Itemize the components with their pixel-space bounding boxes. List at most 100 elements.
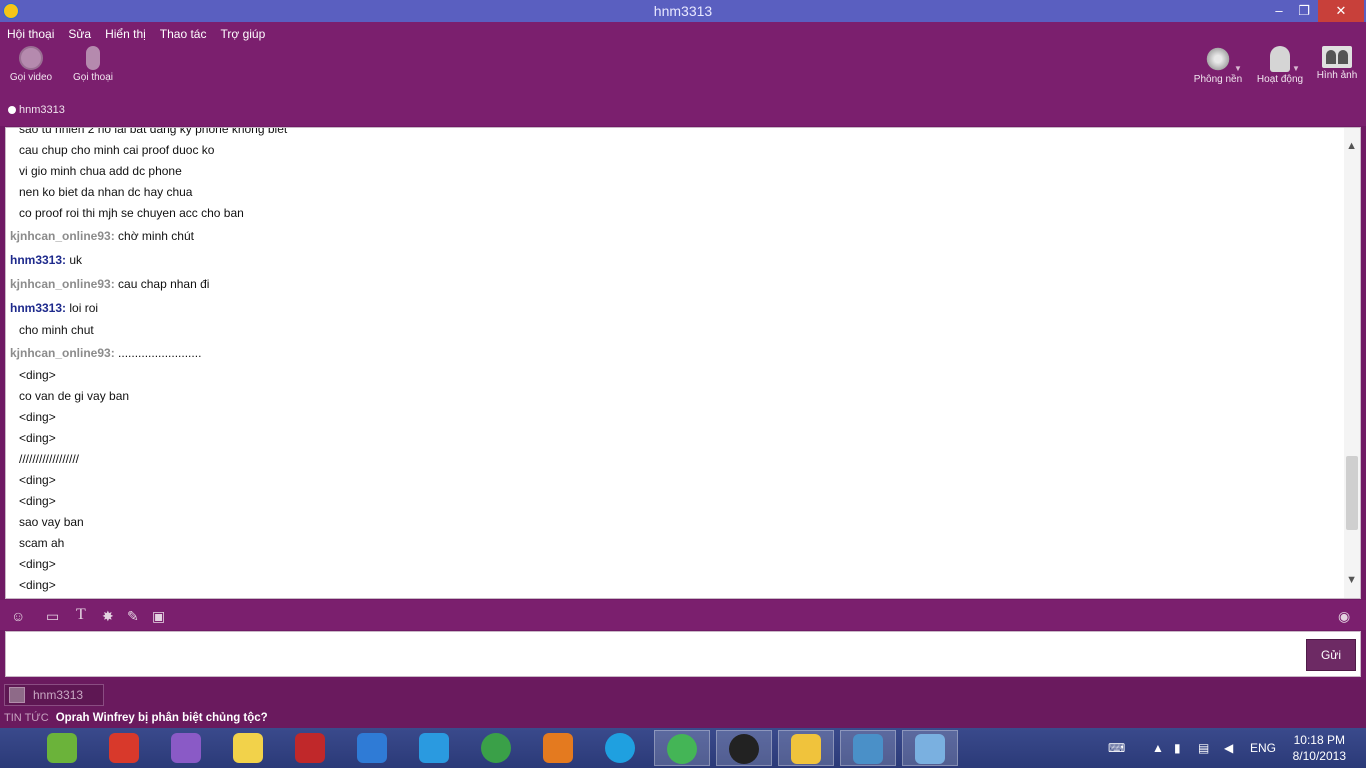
message-line: vi gio minh chua add dc phone <box>19 164 182 178</box>
photos-icon <box>1322 46 1352 68</box>
teamviewer-icon <box>357 733 387 763</box>
taskbar-app-skype[interactable] <box>592 730 648 766</box>
taskbar-app-ccleaner[interactable] <box>96 730 152 766</box>
clock[interactable]: 10:18 PM 8/10/2013 <box>1293 732 1346 764</box>
contact-name: hnm3313 <box>19 104 65 116</box>
chat-message: kjnhcan_online93: ......................… <box>10 341 1330 365</box>
menu-help[interactable]: Trợ giúp <box>213 25 272 43</box>
message-line: cau chup cho minh cai proof duoc ko <box>19 143 215 157</box>
skype-icon <box>605 733 635 763</box>
maximize-button[interactable]: ❐ <box>1292 0 1316 22</box>
taskbar-app-notepad-app[interactable] <box>220 730 276 766</box>
menu-view[interactable]: Hiển thị <box>98 25 153 43</box>
taskbar-app-utorrent[interactable] <box>468 730 524 766</box>
taskbar-app-chrome-style[interactable] <box>654 730 710 766</box>
message-line: sao tu nhien 2 no lai bat dang ky phone … <box>19 127 288 136</box>
font-icon[interactable]: T <box>76 606 86 624</box>
nudge-icon[interactable]: ✸ <box>102 608 114 625</box>
attach-icon[interactable]: ✎ <box>127 608 139 625</box>
taskbar-app-firefox[interactable] <box>530 730 586 766</box>
chat-history[interactable]: sao tu nhien 2 no lai bat dang ky phone … <box>5 127 1361 599</box>
message-sender[interactable]: kjnhcan_online93: <box>10 229 115 243</box>
chat-message: hnm3313: loi roi <box>10 296 1330 320</box>
message-line: <ding> <box>19 578 56 592</box>
photo-viewer-icon <box>853 734 883 764</box>
news-ticker: TIN TỨC Oprah Winfrey bị phân biệt chủng… <box>4 712 268 724</box>
scroll-down-icon[interactable]: ▼ <box>1346 574 1357 586</box>
message-input[interactable]: Gửi <box>5 631 1361 677</box>
video-call-button[interactable]: Gọi video <box>6 46 56 83</box>
message-line: cho minh chut <box>19 323 94 337</box>
contact-avatar-icon[interactable]: ◉ <box>1338 608 1350 625</box>
scrollbar-thumb[interactable] <box>1346 456 1358 530</box>
title-bar: hnm3313 ‒ ❐ ✕ <box>0 0 1366 22</box>
language-indicator[interactable]: ENG <box>1250 728 1276 768</box>
pro-app-icon <box>47 733 77 763</box>
message-text: uk <box>69 253 83 267</box>
message-line: <ding> <box>19 410 56 424</box>
taskbar-app-yahoo-messenger[interactable] <box>778 730 834 766</box>
photos-button[interactable]: Hình ảnh <box>1314 46 1360 81</box>
taskbar-app-photo-viewer[interactable] <box>840 730 896 766</box>
internet-explorer-icon <box>419 733 449 763</box>
scroll-up-icon[interactable]: ▲ <box>1346 140 1357 152</box>
conversation-tab[interactable]: hnm3313 <box>4 684 104 706</box>
menu-actions[interactable]: Thao tác <box>153 25 214 43</box>
taskbar-app-pixlr[interactable] <box>716 730 772 766</box>
message-text: ......................... <box>118 346 202 360</box>
scrollbar[interactable]: ▲ ▼ <box>1344 128 1360 598</box>
message-sender[interactable]: hnm3313: <box>10 253 66 267</box>
format-toolbar: ☺ ▭ T ✸ ✎ ▣ ◉ <box>0 600 1366 630</box>
clock-date: 8/10/2013 <box>1292 749 1346 763</box>
clock-time: 10:18 PM <box>1293 733 1345 747</box>
voice-call-label: Gọi thoại <box>72 72 114 83</box>
avatar <box>9 687 25 703</box>
network-icon[interactable]: ▤ <box>1198 728 1209 768</box>
message-text: chờ minh chút <box>118 229 194 243</box>
notepad-app-icon <box>233 733 263 763</box>
message-sender[interactable]: kjnhcan_online93: <box>10 277 115 291</box>
news-headline[interactable]: Oprah Winfrey bị phân biệt chủng tộc? <box>56 712 268 724</box>
wallpaper-label: Phông nền <box>1193 74 1243 85</box>
chrome-style-icon <box>667 734 697 764</box>
message-sender[interactable]: kjnhcan_online93: <box>10 346 115 360</box>
menu-edit[interactable]: Sửa <box>61 25 98 43</box>
volume-icon[interactable]: ◀ <box>1224 728 1233 768</box>
message-line: <ding> <box>19 557 56 571</box>
webcam-icon <box>19 46 43 70</box>
voice-call-button[interactable]: Gọi thoại <box>68 46 118 83</box>
activities-label: Hoạt động <box>1256 74 1304 85</box>
chat-message: kjnhcan_online93: cau chap nhan đi <box>10 272 1330 296</box>
status-dot-icon <box>8 106 16 114</box>
wallpaper-button[interactable]: ▼ Phông nền <box>1192 46 1244 85</box>
paint-icon <box>915 734 945 764</box>
chess-knight-icon <box>1270 46 1290 72</box>
keyboard-icon[interactable]: ⌨ <box>1108 728 1125 768</box>
taskbar-app-paint[interactable] <box>902 730 958 766</box>
battery-icon[interactable]: ▮ <box>1174 728 1181 768</box>
menu-conversation[interactable]: Hội thoại <box>0 25 61 43</box>
yahoo-messenger-icon <box>791 734 821 764</box>
taskbar-app-yahoo-messenger-old[interactable] <box>158 730 214 766</box>
minimize-button[interactable]: ‒ <box>1267 0 1291 22</box>
photos-label: Hình ảnh <box>1316 70 1358 81</box>
pixlr-icon <box>729 734 759 764</box>
close-button[interactable]: ✕ <box>1318 0 1364 22</box>
show-hidden-icons-icon[interactable]: ▲ <box>1152 728 1164 768</box>
taskbar-app-kaspersky[interactable] <box>282 730 338 766</box>
taskbar-app-teamviewer[interactable] <box>344 730 400 766</box>
message-line: scam ah <box>19 536 65 550</box>
message-line: co van de gi vay ban <box>19 389 130 403</box>
screenshot-icon[interactable]: ▣ <box>152 608 165 625</box>
message-text: cau chap nhan đi <box>118 277 210 291</box>
microphone-icon <box>86 46 100 70</box>
message-line: ////////////////// <box>19 452 80 466</box>
activities-button[interactable]: ▼ Hoạt động <box>1254 46 1306 85</box>
taskbar-app-pro-app[interactable] <box>34 730 90 766</box>
message-sender[interactable]: hnm3313: <box>10 301 66 315</box>
send-button[interactable]: Gửi <box>1306 639 1356 671</box>
taskbar-app-internet-explorer[interactable] <box>406 730 462 766</box>
wallpaper-icon <box>1205 46 1231 72</box>
buzz-icon[interactable]: ▭ <box>46 608 59 625</box>
emoticon-icon[interactable]: ☺ <box>11 608 25 624</box>
